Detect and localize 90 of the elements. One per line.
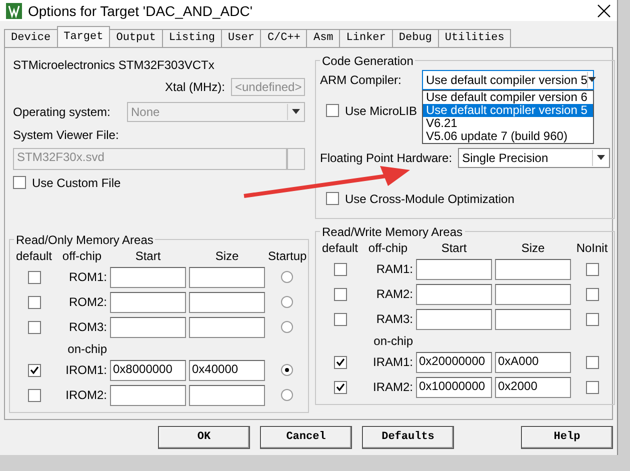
column-header: default bbox=[320, 240, 360, 255]
start-field[interactable]: 0x8000000 bbox=[110, 360, 186, 381]
memory-label: IRAM2: bbox=[372, 380, 413, 394]
checkbox[interactable] bbox=[326, 104, 339, 118]
column-header: Start bbox=[134, 248, 162, 263]
memory-label: IROM2: bbox=[64, 388, 107, 402]
os-label: Operating system: bbox=[13, 104, 112, 119]
radio-button[interactable] bbox=[281, 296, 294, 308]
checkbox[interactable] bbox=[28, 388, 40, 402]
start-field[interactable]: 0x20000000 bbox=[416, 352, 492, 373]
memory-label: ROM2: bbox=[68, 295, 107, 310]
start-field[interactable] bbox=[110, 266, 186, 288]
size-field[interactable] bbox=[495, 258, 571, 280]
checkbox[interactable] bbox=[28, 364, 40, 377]
start-field[interactable]: 0x10000000 bbox=[416, 376, 492, 398]
column-header: off-chip bbox=[367, 240, 409, 255]
dropdown-arrow-icon[interactable] bbox=[587, 72, 596, 88]
start-field[interactable] bbox=[416, 284, 492, 305]
checkbox-label: Use MicroLIB bbox=[345, 104, 418, 118]
checkbox-label: Use Cross-Module Optimization bbox=[345, 192, 514, 206]
section-label: on-chip bbox=[66, 342, 107, 356]
section-label: on-chip bbox=[372, 334, 413, 348]
dropdown-option[interactable]: Use default compiler version 5 bbox=[423, 104, 593, 117]
checkbox[interactable] bbox=[586, 356, 598, 369]
fpu-label: Floating Point Hardware: bbox=[320, 150, 452, 165]
radio-button[interactable] bbox=[281, 364, 294, 376]
memory-label: IROM1: bbox=[64, 363, 107, 378]
svd-label: System Viewer File: bbox=[13, 128, 120, 142]
size-field[interactable] bbox=[189, 384, 265, 406]
checkbox[interactable] bbox=[326, 192, 339, 206]
tab[interactable]: Target bbox=[56, 26, 110, 47]
checkbox-label: Use Custom File bbox=[32, 176, 121, 190]
xtal-label: Xtal (MHz): bbox=[165, 80, 225, 94]
fpu-dropdown[interactable]: Single Precision bbox=[458, 148, 610, 168]
size-field[interactable] bbox=[189, 316, 265, 338]
checkbox[interactable] bbox=[334, 288, 346, 301]
tab[interactable]: Device bbox=[4, 28, 58, 47]
size-field[interactable]: 0x40000 bbox=[189, 360, 265, 381]
memory-label: RAM2: bbox=[375, 287, 413, 302]
memory-label: IRAM1: bbox=[372, 355, 413, 370]
compiler-label: ARM Compiler: bbox=[320, 72, 402, 87]
checkbox[interactable] bbox=[28, 320, 40, 334]
close-icon[interactable] bbox=[597, 4, 611, 18]
size-field[interactable] bbox=[495, 284, 571, 305]
app-icon bbox=[6, 2, 22, 19]
size-field[interactable]: 0xA000 bbox=[495, 352, 571, 373]
column-header: default bbox=[14, 248, 54, 263]
dialog-button[interactable]: Cancel bbox=[260, 426, 352, 449]
radio-button[interactable] bbox=[281, 271, 294, 284]
size-field[interactable] bbox=[495, 308, 571, 330]
memory-label: ROM1: bbox=[68, 270, 107, 284]
dialog-button[interactable]: Help bbox=[521, 426, 613, 449]
checkbox[interactable] bbox=[586, 380, 598, 394]
group-title: Read/Write Memory Areas bbox=[321, 224, 464, 239]
start-field[interactable] bbox=[416, 258, 492, 280]
column-header: Size bbox=[520, 240, 546, 255]
memory-label: ROM3: bbox=[68, 320, 107, 334]
column-header: Startup bbox=[268, 248, 307, 263]
group-title: Code Generation bbox=[321, 54, 414, 68]
start-field[interactable] bbox=[110, 384, 186, 406]
checkbox[interactable] bbox=[334, 262, 346, 276]
tab[interactable]: Utilities bbox=[438, 28, 512, 47]
radio-button[interactable] bbox=[281, 389, 294, 402]
checkbox[interactable] bbox=[586, 262, 598, 276]
size-field[interactable] bbox=[189, 292, 265, 313]
size-field[interactable] bbox=[189, 266, 265, 288]
memory-label: RAM1: bbox=[375, 262, 413, 276]
device-name: STMicroelectronics STM32F303VCTx bbox=[13, 58, 216, 72]
start-field[interactable] bbox=[110, 316, 186, 338]
radio-button[interactable] bbox=[281, 321, 294, 334]
checkbox[interactable] bbox=[586, 288, 598, 301]
checkbox[interactable] bbox=[28, 296, 40, 309]
memory-label: RAM3: bbox=[375, 312, 413, 326]
compiler-dropdown[interactable]: Use default compiler version 5 bbox=[422, 70, 594, 90]
checkbox[interactable] bbox=[334, 312, 346, 326]
column-header: NoInit bbox=[575, 240, 609, 255]
dialog-button[interactable]: Defaults bbox=[362, 426, 454, 449]
column-header: Size bbox=[214, 248, 240, 263]
dialog-button[interactable]: OK bbox=[158, 426, 250, 449]
start-field[interactable] bbox=[110, 292, 186, 313]
size-field[interactable]: 0x2000 bbox=[495, 376, 571, 398]
checkbox[interactable] bbox=[334, 380, 346, 394]
checkbox[interactable] bbox=[28, 270, 40, 284]
checkbox[interactable] bbox=[334, 356, 346, 369]
checkbox[interactable] bbox=[586, 312, 598, 326]
start-field[interactable] bbox=[416, 308, 492, 330]
column-header: Start bbox=[440, 240, 468, 255]
column-header: off-chip bbox=[61, 248, 103, 263]
group-title: Read/Only Memory Areas bbox=[15, 232, 154, 247]
window-title: Options for Target 'DAC_AND_ADC' bbox=[28, 2, 254, 19]
